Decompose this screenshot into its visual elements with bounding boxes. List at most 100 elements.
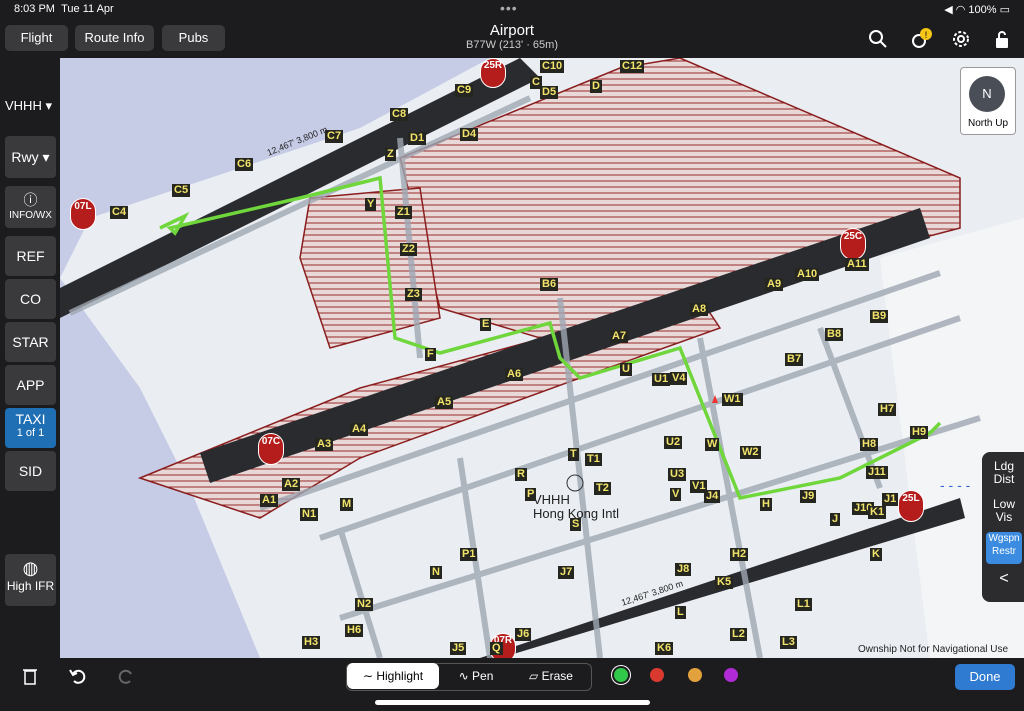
taxiway-label: L [675,606,686,619]
sidebar-item-app[interactable]: APP [5,365,56,405]
svg-text:!: ! [925,30,928,40]
taxiway-label: T2 [594,482,611,495]
taxiway-label: J [830,513,841,526]
taxiway-label: A9 [765,278,784,291]
taxiway-label: A1 [260,494,279,507]
taxiway-label: V4 [670,372,688,385]
taxiway-label: A2 [282,478,301,491]
search-icon[interactable] [867,28,889,50]
taxiway-label: C7 [325,130,344,143]
taxiway-label: Z [385,148,396,161]
taxiway-label: A6 [505,368,524,381]
taxiway-label: J8 [675,563,692,576]
north-up-label: North Up [967,118,1008,129]
north-up-button[interactable]: N North Up [960,67,1016,135]
taxiway-label: P1 [460,548,478,561]
taxiway-label: U2 [664,436,683,449]
taxiway-label: H3 [302,636,321,649]
taxiway-label: A7 [610,330,629,343]
taxiway-label: C8 [390,108,409,121]
rwy-selector[interactable]: Rwy ▾ [5,136,56,178]
runway-marker-07c[interactable]: 07C [258,433,284,465]
runway-marker-25c[interactable]: 25C [840,228,866,260]
airport-selector[interactable]: VHHH ▾ [5,98,52,114]
wingspan-restriction-button[interactable]: Wgspn Restr [986,532,1022,564]
low-vis-button[interactable]: Low Vis [986,498,1022,524]
airport-map[interactable]: - - - - 07L 25R 07C 25C 07R 25L 12,467' … [60,58,1024,658]
ils-feather-marker: - - - - [940,477,971,493]
taxi-label: TAXI [15,411,46,427]
redo-icon[interactable] [116,666,136,686]
runway-marker-25l[interactable]: 25L [898,490,924,522]
taxiway-label: J6 [515,628,532,641]
pen-stroke-icon: ∿ [458,669,469,683]
taxiway-label: V [670,488,682,501]
color-green-swatch[interactable] [614,668,628,682]
info-wx-label: INFO/WX [9,210,52,221]
pubs-button[interactable]: Pubs [162,25,225,51]
flight-button[interactable]: Flight [5,25,68,51]
taxiway-label: L3 [780,636,797,649]
sidebar-item-sid[interactable]: SID [5,451,56,491]
sidebar-item-star[interactable]: STAR [5,322,56,362]
airport-code-label: VHHH [533,492,570,507]
taxiway-label: H7 [878,403,897,416]
highlight-mode-button[interactable]: ∼ Highlight [347,663,439,689]
high-ifr-label: High IFR [6,579,55,593]
header-title: Airport B77W (213' · 65m) [412,22,612,51]
lock-icon[interactable] [991,28,1013,50]
taxiway-label: K5 [715,576,734,589]
runway-marker-25r[interactable]: 25R [480,58,506,88]
color-purple-swatch[interactable] [724,668,738,682]
taxiway-label: J4 [704,490,721,503]
taxiway-label: H8 [860,438,879,451]
highlight-label: Highlight [376,669,424,683]
taxiway-label: W1 [722,393,743,406]
color-orange-swatch[interactable] [688,668,702,682]
taxiway-label: K1 [868,506,887,519]
taxiway-label: A4 [350,423,369,436]
taxiway-label: N2 [355,598,374,611]
taxiway-label: N [430,566,442,579]
erase-mode-button[interactable]: ▱ Erase [514,663,588,689]
connectivity-warning-icon[interactable]: ! [910,28,932,50]
info-wx-button[interactable]: ⓘ INFO/WX [5,186,56,228]
taxiway-label: A5 [435,396,454,409]
taxiway-label: B6 [540,278,559,291]
ldg-dist-button[interactable]: Ldg Dist [986,460,1022,486]
sidebar-item-co[interactable]: CO [5,279,56,319]
taxiway-label: T [568,448,579,461]
undo-icon[interactable] [68,666,88,686]
taxiway-label: B8 [825,328,844,341]
route-info-button[interactable]: Route Info [75,25,154,51]
high-ifr-button[interactable]: ◍ High IFR [5,554,56,606]
color-red-swatch[interactable] [650,668,664,682]
taxiway-label: L2 [730,628,747,641]
home-indicator [375,700,650,705]
done-button[interactable]: Done [955,664,1015,690]
status-bar: 8:03 PM Tue 11 Apr ••• ◀ ◠ 100% ▭ [0,0,1024,20]
compass-icon: N [969,76,1005,112]
gear-icon[interactable] [950,28,972,50]
sidebar-item-ref[interactable]: REF [5,236,56,276]
taxiway-label: A10 [795,268,820,281]
taxiway-label: H2 [730,548,749,561]
pen-mode-button[interactable]: ∿ Pen [442,663,510,689]
runway-marker-07l[interactable]: 07L [70,198,96,230]
multitask-dots-icon[interactable]: ••• [500,0,518,16]
taxiway-label: S [570,518,582,531]
taxiway-label: Z2 [400,243,417,256]
taxiway-label: J1 [882,493,899,506]
info-icon: ⓘ [23,192,38,208]
trash-icon[interactable] [20,666,40,686]
taxiway-label: K [870,548,882,561]
highlight-stroke-icon: ∼ [362,669,373,683]
taxiway-label: D4 [460,128,479,141]
taxiway-label: Z3 [405,288,422,301]
sidebar-item-taxi[interactable]: TAXI 1 of 1 [5,408,56,448]
chevron-left-icon[interactable]: < [986,570,1022,588]
top-bar: Flight Route Info Pubs Airport B77W (213… [0,20,1024,58]
taxiway-label: Y [365,198,377,211]
taxiway-label: A11 [845,258,869,271]
taxiway-label: U3 [668,468,687,481]
